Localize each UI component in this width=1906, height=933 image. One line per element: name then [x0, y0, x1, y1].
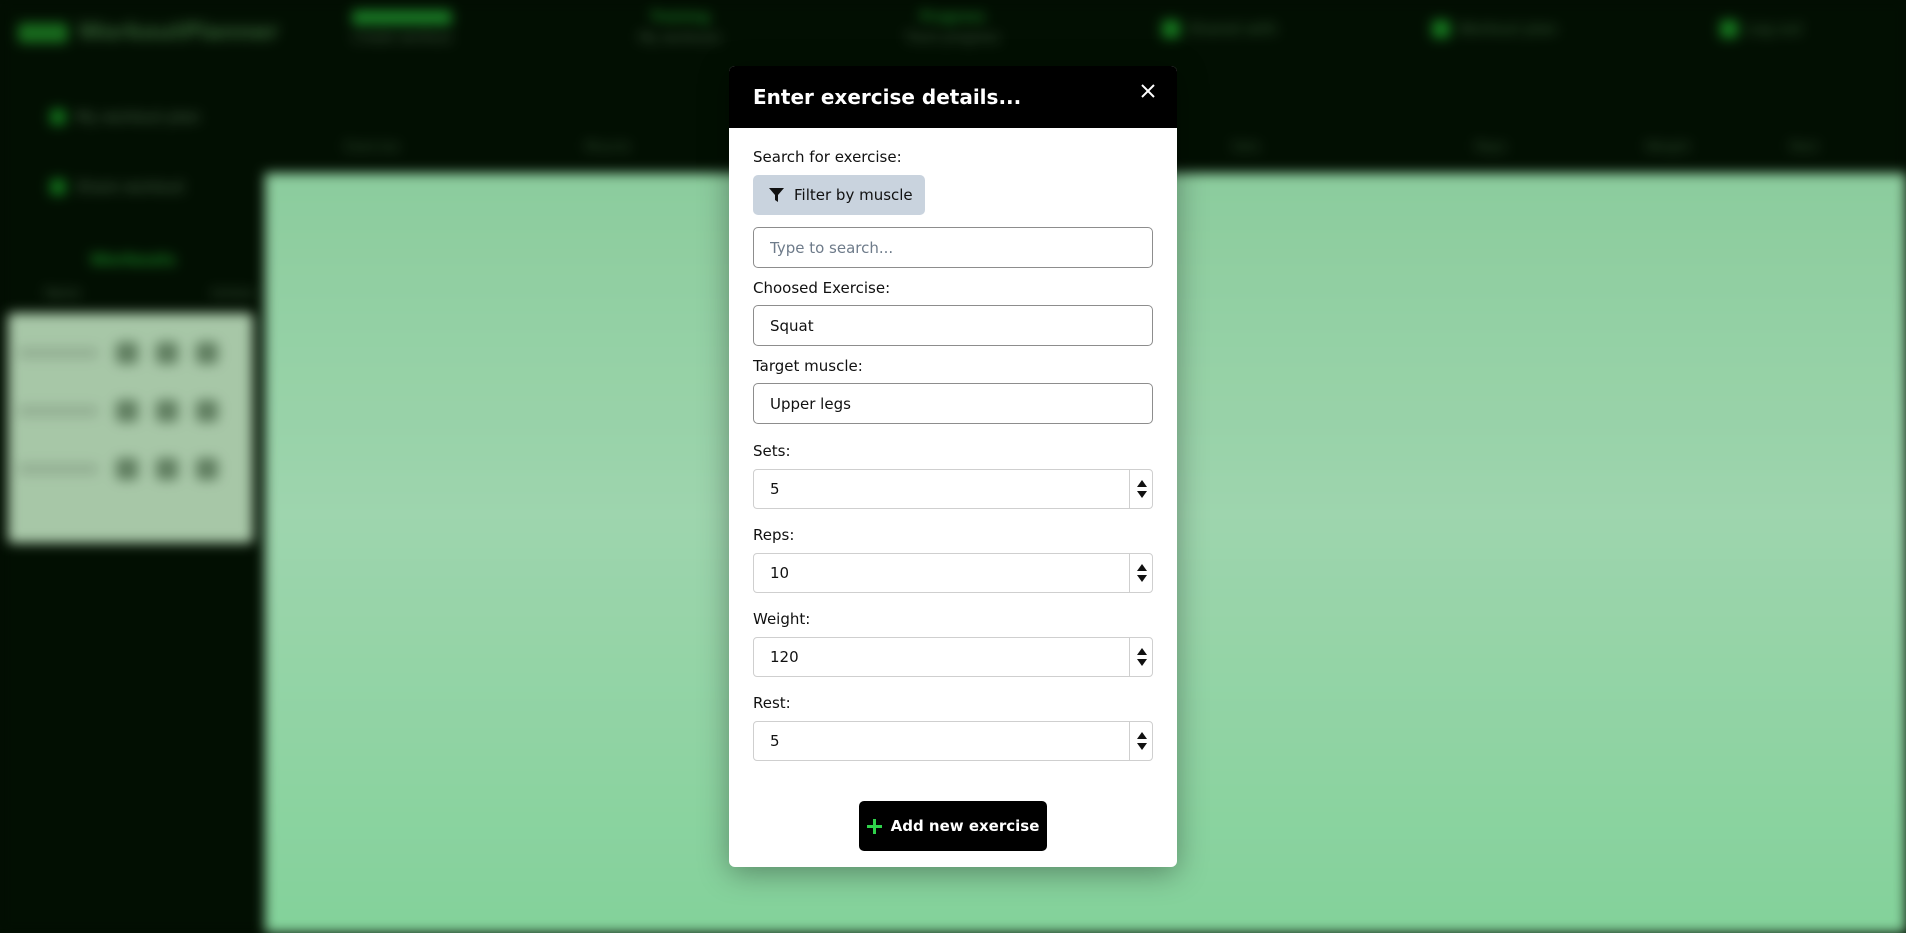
filter-icon — [769, 187, 784, 202]
sets-input[interactable] — [753, 469, 1153, 509]
target-muscle-label: Target muscle: — [753, 357, 863, 375]
add-new-exercise-button[interactable]: Add new exercise — [859, 801, 1047, 851]
weight-spinner — [1129, 637, 1153, 677]
rest-input[interactable] — [753, 721, 1153, 761]
modal-title: Enter exercise details... — [753, 85, 1022, 109]
increment-icon[interactable] — [1136, 480, 1147, 487]
rest-spinner — [1129, 721, 1153, 761]
reps-input[interactable] — [753, 553, 1153, 593]
weight-input[interactable] — [753, 637, 1153, 677]
sets-label: Sets: — [753, 442, 791, 460]
filter-button-label: Filter by muscle — [794, 186, 913, 204]
close-icon — [1141, 84, 1155, 98]
target-muscle-field[interactable] — [753, 383, 1153, 424]
chosen-exercise-field[interactable] — [753, 305, 1153, 346]
weight-stepper — [753, 637, 1153, 677]
reps-spinner — [1129, 553, 1153, 593]
sets-spinner — [1129, 469, 1153, 509]
filter-by-muscle-button[interactable]: Filter by muscle — [753, 175, 925, 215]
rest-label: Rest: — [753, 694, 791, 712]
decrement-icon[interactable] — [1136, 743, 1147, 750]
reps-label: Reps: — [753, 526, 795, 544]
rest-stepper — [753, 721, 1153, 761]
add-button-label: Add new exercise — [890, 817, 1040, 835]
increment-icon[interactable] — [1136, 732, 1147, 739]
exercise-details-modal: Enter exercise details... Search for exe… — [729, 66, 1177, 867]
reps-stepper — [753, 553, 1153, 593]
modal-body: Search for exercise: Filter by muscle Ch… — [729, 128, 1177, 761]
increment-icon[interactable] — [1136, 564, 1147, 571]
close-button[interactable] — [1137, 80, 1159, 102]
sets-stepper — [753, 469, 1153, 509]
modal-header: Enter exercise details... — [729, 66, 1177, 128]
plus-icon — [866, 818, 882, 834]
decrement-icon[interactable] — [1136, 659, 1147, 666]
chosen-exercise-label: Choosed Exercise: — [753, 279, 891, 297]
search-label: Search for exercise: — [753, 148, 902, 166]
increment-icon[interactable] — [1136, 648, 1147, 655]
search-input[interactable] — [753, 227, 1153, 268]
weight-label: Weight: — [753, 610, 811, 628]
decrement-icon[interactable] — [1136, 575, 1147, 582]
decrement-icon[interactable] — [1136, 491, 1147, 498]
